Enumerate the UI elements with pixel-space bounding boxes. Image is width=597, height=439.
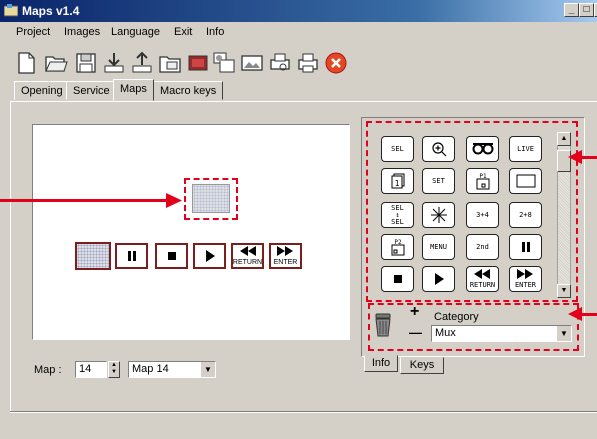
tab-opening[interactable]: Opening <box>14 81 70 100</box>
preview-key-enter[interactable]: ENTER <box>269 243 302 269</box>
map-select[interactable]: Map 14 ▼ <box>128 361 216 378</box>
category-minus[interactable]: — <box>409 325 422 340</box>
map-frame-icon[interactable] <box>186 51 210 75</box>
key-menu[interactable]: MENU <box>422 234 455 260</box>
title-bar[interactable]: Maps v1.4 _ □ × <box>0 0 597 22</box>
app-window: Maps v1.4 _ □ × Project Images Language … <box>0 0 597 439</box>
category-plus[interactable]: + <box>410 303 419 321</box>
key-zoom[interactable] <box>422 136 455 162</box>
annotation-arrow-head <box>166 193 182 208</box>
key-1[interactable]: 1 <box>381 168 414 194</box>
chevron-down-icon[interactable]: ▼ <box>556 326 571 341</box>
key-box[interactable] <box>509 168 542 194</box>
tab-macro-keys[interactable]: Macro keys <box>153 81 224 100</box>
scroll-down-button[interactable]: ▼ <box>557 284 571 298</box>
key-sel[interactable]: SEL <box>381 136 414 162</box>
key-2nd[interactable]: 2nd <box>466 234 499 260</box>
category-value: Mux <box>435 327 456 339</box>
save-icon[interactable] <box>74 51 98 75</box>
map-canvas[interactable] <box>32 124 350 340</box>
map-label: Map : <box>34 364 62 376</box>
print-preview-icon[interactable] <box>268 51 292 75</box>
menu-info[interactable]: Info <box>206 26 224 38</box>
picture-icon[interactable] <box>240 51 264 75</box>
svg-text:1: 1 <box>394 179 399 188</box>
menu-bar: Project Images Language Exit Info <box>0 23 597 43</box>
chevron-down-icon[interactable]: ▼ <box>200 362 215 377</box>
status-bar <box>10 411 597 439</box>
key-2-8[interactable]: 2+8 <box>509 202 542 228</box>
key-play[interactable] <box>422 266 455 292</box>
preview-key-pause[interactable] <box>115 243 148 269</box>
preview-key-play[interactable] <box>193 243 226 269</box>
annotation-head-right-2 <box>568 307 582 321</box>
export-icon[interactable] <box>130 51 154 75</box>
close-red-icon[interactable] <box>324 51 348 75</box>
menu-language[interactable]: Language <box>111 26 160 38</box>
key-p1[interactable]: P1 <box>466 168 499 194</box>
minimize-button[interactable]: _ <box>564 3 579 17</box>
key-return[interactable]: RETURN <box>466 266 499 292</box>
key-sel-sel[interactable]: SEL ↕ SEL <box>381 202 414 228</box>
open-icon[interactable] <box>44 51 68 75</box>
key-live[interactable]: LIVE <box>509 136 542 162</box>
folder-image-icon[interactable] <box>158 51 182 75</box>
tab-maps[interactable]: Maps <box>113 79 154 101</box>
key-set[interactable]: SET <box>422 168 455 194</box>
toolbar <box>0 47 597 83</box>
trash-icon[interactable] <box>373 313 393 337</box>
key-pause[interactable] <box>509 234 542 260</box>
menu-project[interactable]: Project <box>16 26 50 38</box>
map-select-value: Map 14 <box>132 363 169 375</box>
category-label: Category <box>434 311 479 323</box>
window-title: Maps v1.4 <box>22 4 80 18</box>
maximize-button[interactable]: □ <box>579 3 594 17</box>
category-select[interactable]: Mux ▼ <box>431 325 572 342</box>
selected-key-placeholder[interactable] <box>192 184 230 213</box>
menu-exit[interactable]: Exit <box>174 26 192 38</box>
print-icon[interactable] <box>296 51 320 75</box>
annotation-arrow-line <box>0 199 170 202</box>
key-tape[interactable] <box>466 136 499 162</box>
preview-key-return[interactable]: RETURN <box>231 243 264 269</box>
key-enter[interactable]: ENTER <box>509 266 542 292</box>
import-icon[interactable] <box>102 51 126 75</box>
key-3-4[interactable]: 3+4 <box>466 202 499 228</box>
key-freeze[interactable] <box>422 202 455 228</box>
key-p2[interactable]: P2 <box>381 234 414 260</box>
menu-images[interactable]: Images <box>64 26 100 38</box>
key-stop[interactable] <box>381 266 414 292</box>
tab-keys[interactable]: Keys <box>400 357 444 374</box>
map-number-spinner[interactable]: ▲ ▼ <box>108 361 120 378</box>
tab-strip: Opening Service Maps Macro keys <box>0 79 597 102</box>
tab-info[interactable]: Info <box>364 355 398 372</box>
layers-icon[interactable] <box>212 51 236 75</box>
preview-key-stop[interactable] <box>155 243 188 269</box>
app-icon <box>4 4 18 17</box>
preview-key-empty[interactable] <box>75 242 111 270</box>
map-number-value: 14 <box>79 363 92 375</box>
scroll-up-button[interactable]: ▲ <box>557 132 571 146</box>
map-number-input[interactable]: 14 <box>75 361 107 378</box>
annotation-head-right-1 <box>568 150 582 164</box>
tab-service[interactable]: Service <box>66 81 117 100</box>
new-icon[interactable] <box>14 51 38 75</box>
